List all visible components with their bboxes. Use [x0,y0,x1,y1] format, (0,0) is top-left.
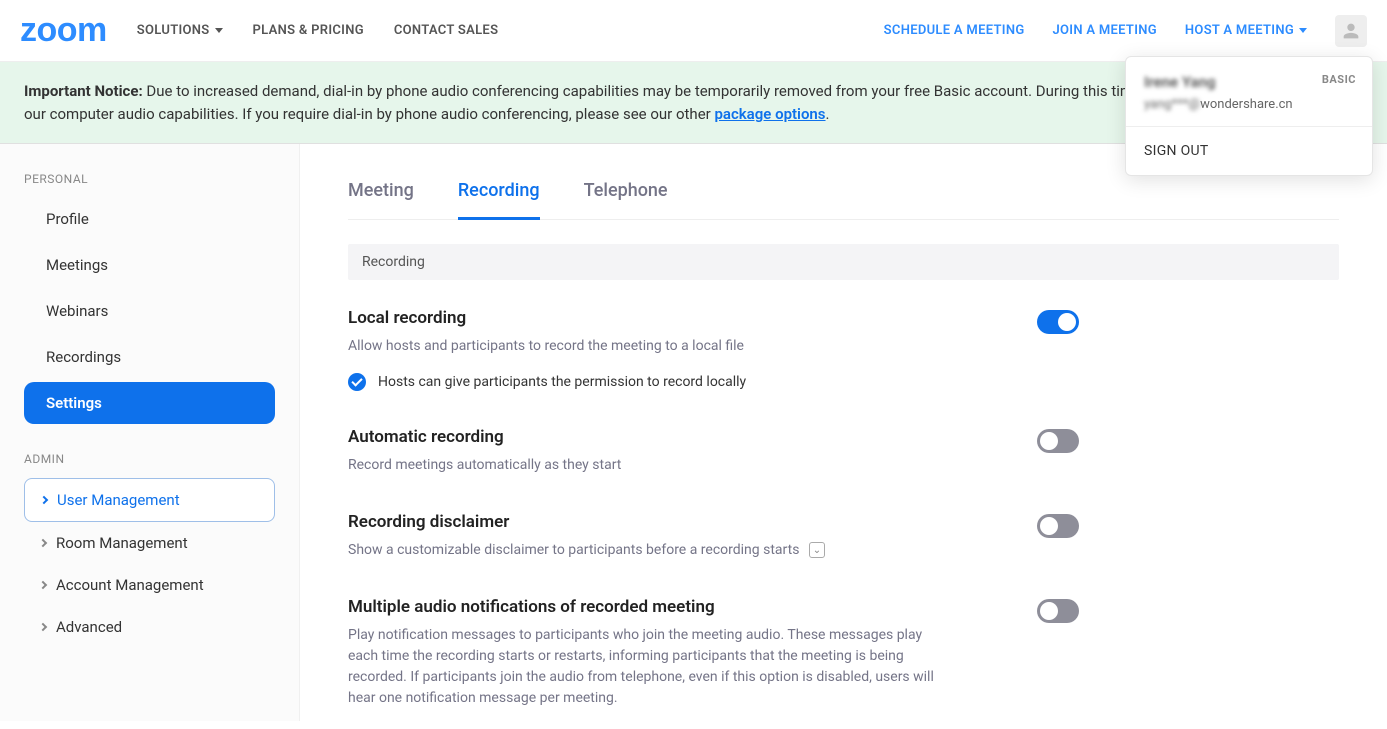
setting-title: Local recording [348,308,746,328]
topbar: zoom SOLUTIONS PLANS & PRICING CONTACT S… [0,0,1387,62]
setting-local-recording: Local recording Allow hosts and particip… [348,308,1339,391]
nav-solutions[interactable]: SOLUTIONS [137,23,223,38]
tabs: Meeting Recording Telephone [348,172,1339,220]
sidebar-item-meetings[interactable]: Meetings [24,244,275,286]
setting-title: Automatic recording [348,427,621,447]
setting-recording-disclaimer: Recording disclaimer Show a customizable… [348,512,1339,561]
setting-left: Recording disclaimer Show a customizable… [348,512,825,561]
profile-name: Irene Yang [1144,73,1216,91]
setting-title: Multiple audio notifications of recorded… [348,597,948,617]
user-icon [1340,20,1362,42]
sidebar-admin-heading: ADMIN [24,452,275,466]
nav-contact-sales[interactable]: CONTACT SALES [394,23,498,38]
setting-audio-notifications: Multiple audio notifications of recorded… [348,597,1339,709]
toggle-knob [1040,432,1058,450]
email-local: yang***@ [1144,97,1200,112]
setting-desc: Play notification messages to participan… [348,625,948,709]
notice-tail: . [826,105,830,123]
tab-meeting[interactable]: Meeting [348,172,414,219]
sidebar-item-account-management[interactable]: Account Management [24,564,275,606]
sidebar-item-label: Room Management [56,534,188,552]
plan-badge: BASIC [1322,73,1356,86]
sidebar-item-advanced[interactable]: Advanced [24,606,275,648]
sub-option-label: Hosts can give participants the permissi… [378,374,746,390]
sign-out-button[interactable]: SIGN OUT [1126,127,1372,175]
sidebar-item-label: Advanced [56,618,122,636]
package-options-link[interactable]: package options [714,105,825,123]
profile-avatar[interactable] [1335,15,1367,47]
toggle-knob [1040,517,1058,535]
sidebar-item-label: User Management [57,491,180,509]
notice-bold: Important Notice: [24,82,143,100]
body: PERSONAL Profile Meetings Webinars Recor… [0,144,1387,721]
toggle-audio-notifications[interactable] [1037,599,1079,623]
setting-left: Local recording Allow hosts and particip… [348,308,746,391]
setting-left: Multiple audio notifications of recorded… [348,597,948,709]
setting-desc: Allow hosts and participants to record t… [348,336,746,357]
chevron-right-icon [40,496,48,504]
chevron-down-icon [215,28,223,33]
toggle-automatic-recording[interactable] [1037,429,1079,453]
sidebar-item-webinars[interactable]: Webinars [24,290,275,332]
nav-right: SCHEDULE A MEETING JOIN A MEETING HOST A… [884,15,1367,47]
nav-plans-pricing[interactable]: PLANS & PRICING [253,23,364,38]
setting-left: Automatic recording Record meetings auto… [348,427,621,476]
email-domain: wondershare.cn [1200,97,1293,112]
toggle-knob [1040,602,1058,620]
section-header-recording: Recording [348,244,1339,280]
setting-automatic-recording: Automatic recording Record meetings auto… [348,427,1339,476]
profile-email: yang***@wondershare.cn [1144,97,1354,112]
toggle-knob [1058,313,1076,331]
nav-join-meeting[interactable]: JOIN A MEETING [1052,23,1156,38]
sidebar-personal-heading: PERSONAL [24,172,275,186]
profile-info: Irene Yang BASIC yang***@wondershare.cn [1126,57,1372,127]
toggle-recording-disclaimer[interactable] [1037,514,1079,538]
nav-schedule-meeting[interactable]: SCHEDULE A MEETING [884,23,1025,38]
sidebar: PERSONAL Profile Meetings Webinars Recor… [0,144,300,721]
profile-dropdown: Irene Yang BASIC yang***@wondershare.cn … [1125,56,1373,176]
setting-desc-text: Show a customizable disclaimer to partic… [348,542,799,558]
setting-desc: Show a customizable disclaimer to partic… [348,540,825,561]
sub-option-hosts-permission[interactable]: Hosts can give participants the permissi… [348,373,746,391]
chevron-down-icon [1299,28,1307,33]
main-content: Meeting Recording Telephone Recording Lo… [300,144,1387,721]
sidebar-item-user-management[interactable]: User Management [24,478,275,522]
tab-telephone[interactable]: Telephone [584,172,668,219]
nav-left: SOLUTIONS PLANS & PRICING CONTACT SALES [137,23,499,38]
sidebar-item-label: Account Management [56,576,204,594]
sidebar-item-room-management[interactable]: Room Management [24,522,275,564]
info-icon[interactable]: ⌄ [809,542,825,558]
nav-host-meeting-label: HOST A MEETING [1185,23,1294,38]
checkbox-checked-icon[interactable] [348,373,366,391]
tab-recording[interactable]: Recording [458,172,540,220]
sidebar-item-profile[interactable]: Profile [24,198,275,240]
nav-host-meeting[interactable]: HOST A MEETING [1185,23,1307,38]
nav-solutions-label: SOLUTIONS [137,23,210,38]
chevron-right-icon [39,623,47,631]
sidebar-item-settings[interactable]: Settings [24,382,275,424]
chevron-right-icon [39,539,47,547]
logo[interactable]: zoom [20,11,107,50]
setting-desc: Record meetings automatically as they st… [348,455,621,476]
chevron-right-icon [39,581,47,589]
setting-title: Recording disclaimer [348,512,825,532]
sidebar-item-recordings[interactable]: Recordings [24,336,275,378]
toggle-local-recording[interactable] [1037,310,1079,334]
